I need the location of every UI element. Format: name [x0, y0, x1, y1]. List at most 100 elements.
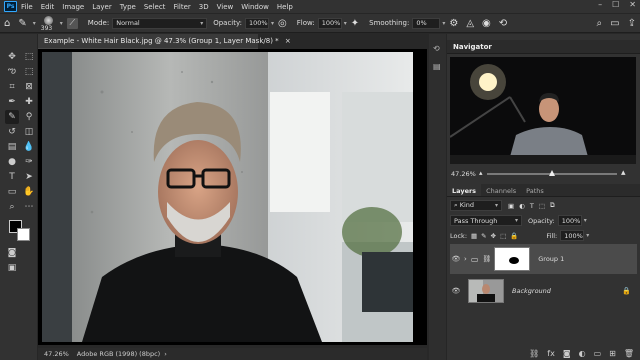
clone-stamp-icon[interactable]: ⚲ [22, 110, 36, 124]
menu-image[interactable]: Image [62, 3, 84, 11]
search-icon[interactable]: ⌕ [597, 18, 603, 29]
workspace-icon[interactable]: ▭ [610, 18, 619, 29]
link-layers-icon[interactable]: ⛓ [529, 349, 539, 358]
opacity-field[interactable]: 100% [245, 17, 269, 29]
blend-mode-select[interactable]: Pass Through ▾ [450, 215, 522, 226]
tab-channels[interactable]: Channels [481, 184, 521, 196]
healing-brush-icon[interactable]: ✚ [22, 95, 36, 109]
symmetry-icon[interactable]: ⟲ [499, 18, 507, 29]
navigator-zoom-value[interactable]: 47.26% [451, 170, 476, 178]
layer-row[interactable]: 👁 › ▭ ⛓ Group 1 [450, 244, 637, 274]
history-icon[interactable]: ⟲ [433, 44, 443, 54]
pressure-size-icon[interactable]: ◉ [482, 18, 491, 29]
pressure-opacity-icon[interactable]: ◎ [278, 18, 287, 29]
chevron-down-icon[interactable]: ▾ [586, 232, 589, 239]
menu-help[interactable]: Help [277, 3, 293, 11]
quick-mask-icon[interactable]: ◙ [5, 246, 19, 260]
menu-window[interactable]: Window [241, 3, 269, 11]
visibility-eye-icon[interactable]: 👁 [450, 287, 462, 295]
zoom-in-icon[interactable]: ▴ [621, 168, 626, 178]
menu-select[interactable]: Select [144, 3, 166, 11]
angle-icon[interactable]: ◬ [466, 18, 474, 29]
layer-kind-select[interactable]: ⌕ Kind ▾ [450, 200, 502, 211]
chevron-down-icon[interactable]: ▾ [33, 20, 36, 27]
chevron-down-icon[interactable]: ▾ [584, 217, 587, 224]
layer-fill-field[interactable]: 100% [560, 230, 585, 241]
rectangle-tool-icon[interactable]: ▭ [5, 185, 19, 199]
menu-edit[interactable]: Edit [41, 3, 55, 11]
chevron-down-icon[interactable]: ▾ [344, 20, 347, 27]
layer-name[interactable]: Background [512, 287, 551, 295]
menu-file[interactable]: File [21, 3, 33, 11]
document-tab[interactable]: Example - White Hair Black.jpg @ 47.3% (… [38, 34, 291, 49]
gradient-tool-icon[interactable]: ▤ [5, 140, 19, 154]
airbrush-icon[interactable]: ✦ [351, 18, 359, 29]
menu-layer[interactable]: Layer [92, 3, 112, 11]
blur-tool-icon[interactable]: 💧 [22, 140, 36, 154]
navigator-preview[interactable] [450, 57, 636, 164]
layer-name[interactable]: Group 1 [538, 255, 564, 263]
more-tools-icon[interactable]: ⋯ [22, 200, 36, 214]
navigator-title[interactable]: Navigator [447, 40, 640, 54]
path-selection-icon[interactable]: ➤ [22, 170, 36, 184]
brush-settings-icon[interactable]: ⟋ [66, 17, 78, 29]
crop-tool-icon[interactable]: ⌗ [5, 80, 19, 94]
object-selection-icon[interactable]: ⬚ [22, 65, 36, 79]
brush-tool-preset-icon[interactable]: ✎ [18, 18, 26, 29]
smoothing-field[interactable]: 0% [412, 17, 441, 29]
menu-type[interactable]: Type [120, 3, 136, 11]
canvas[interactable] [38, 49, 427, 345]
share-icon[interactable]: ⇪ [628, 18, 636, 29]
chevron-right-icon[interactable]: › [464, 255, 467, 263]
visibility-eye-icon[interactable]: 👁 [450, 255, 462, 263]
smoothing-settings-icon[interactable]: ⚙ [449, 18, 458, 29]
flow-field[interactable]: 100% [317, 17, 342, 29]
background-color-swatch[interactable] [17, 228, 30, 241]
chevron-down-icon[interactable]: ▾ [442, 20, 445, 27]
dodge-tool-icon[interactable]: ● [5, 155, 19, 169]
tab-layers[interactable]: Layers [447, 184, 482, 196]
maximize-button[interactable]: ☐ [612, 0, 619, 9]
chevron-right-icon[interactable]: › [164, 350, 167, 358]
lock-all-icon[interactable]: 🔒 [510, 232, 518, 240]
layer-opacity-field[interactable]: 100% [557, 215, 582, 226]
lock-image-icon[interactable]: ✎ [481, 232, 486, 240]
tab-paths[interactable]: Paths [521, 184, 549, 196]
status-zoom[interactable]: 47.26% [44, 350, 69, 358]
filter-pixel-icon[interactable]: ▣ [508, 202, 514, 210]
minimize-button[interactable]: – [598, 0, 602, 9]
home-icon[interactable]: ⌂ [4, 18, 10, 29]
filter-type-icon[interactable]: T [530, 202, 534, 210]
lock-artboard-icon[interactable]: ⬚ [500, 232, 506, 240]
filter-smart-icon[interactable]: ⧉ [550, 201, 555, 210]
brush-tool-icon[interactable]: ✎ [5, 110, 19, 124]
type-tool-icon[interactable]: T [5, 170, 19, 184]
new-layer-icon[interactable]: ⊞ [609, 349, 616, 358]
link-icon[interactable]: ⛓ [482, 255, 491, 263]
chevron-down-icon[interactable]: ▾ [271, 20, 274, 27]
hand-tool-icon[interactable]: ✋ [22, 185, 36, 199]
menu-3d[interactable]: 3D [199, 3, 209, 11]
delete-layer-icon[interactable]: 🗑 [624, 349, 634, 358]
lasso-tool-icon[interactable]: ఌ [5, 65, 19, 79]
navigator-zoom-slider[interactable] [487, 170, 617, 176]
layer-thumbnail[interactable] [468, 279, 504, 303]
history-brush-icon[interactable]: ↺ [5, 125, 19, 139]
properties-icon[interactable]: ▤ [433, 62, 443, 72]
screen-mode-icon[interactable]: ▣ [5, 261, 19, 275]
mode-select[interactable]: Normal ▾ [112, 17, 208, 29]
frame-tool-icon[interactable]: ⊠ [22, 80, 36, 94]
pen-tool-icon[interactable]: ✑ [22, 155, 36, 169]
lock-position-icon[interactable]: ✥ [491, 232, 496, 240]
move-tool-icon[interactable]: ✥ [5, 50, 19, 64]
brush-size-picker[interactable]: 393 [40, 15, 58, 32]
menu-view[interactable]: View [217, 3, 234, 11]
zoom-tool-icon[interactable]: ⌕ [5, 200, 19, 214]
layer-style-icon[interactable]: fx [547, 349, 555, 358]
lock-transparent-icon[interactable]: ▦ [471, 232, 477, 240]
layer-row[interactable]: 👁 Background 🔒 [450, 276, 637, 306]
close-window-button[interactable]: ✕ [629, 0, 636, 9]
layer-mask-thumbnail[interactable] [494, 247, 531, 271]
eraser-tool-icon[interactable]: ◫ [22, 125, 36, 139]
eyedropper-icon[interactable]: ✒ [5, 95, 19, 109]
